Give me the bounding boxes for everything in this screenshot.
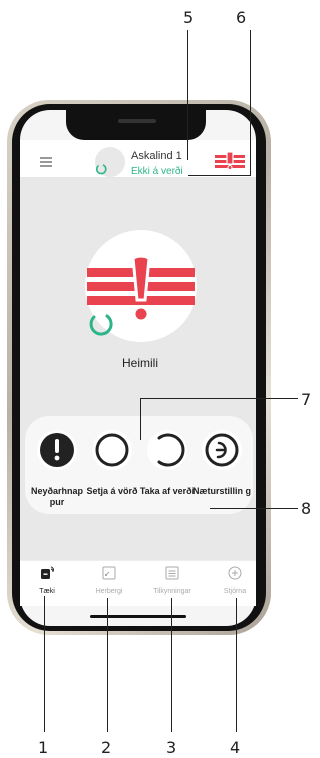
night-mode-label: Næturstillin g (193, 486, 251, 496)
control-icon[interactable] (228, 566, 242, 580)
device-name[interactable]: Askalind 1 (131, 150, 182, 162)
callout-8: 8 (301, 499, 312, 518)
hamburger-menu-icon[interactable] (40, 157, 52, 167)
arm-label: Setja á vörð (86, 486, 138, 496)
night-mode-button[interactable] (202, 430, 242, 470)
circle-icon (95, 433, 129, 467)
exclamation-icon (40, 433, 74, 467)
tab-notifications[interactable]: Tilkynningar (144, 588, 200, 595)
callout-line-7-vertical (140, 398, 141, 440)
tab-rooms[interactable]: Herbergi (81, 588, 137, 595)
device-icon[interactable] (40, 566, 54, 580)
status-ring-icon (95, 164, 107, 175)
callout-3: 3 (166, 738, 177, 757)
tab-control[interactable]: Stjórna (207, 588, 263, 595)
callout-line-6-horizontal (188, 175, 250, 176)
disarm-button[interactable] (147, 430, 187, 470)
phone-notch (66, 110, 206, 140)
panic-button[interactable] (37, 430, 77, 470)
panic-label: Neyðarhnap pur (30, 486, 83, 507)
location-label: Heimili (122, 356, 158, 370)
callout-line-5 (187, 30, 188, 160)
callout-line-4 (236, 598, 237, 732)
callout-2: 2 (101, 738, 112, 757)
status-ring-icon (89, 314, 113, 336)
arm-button[interactable] (92, 430, 132, 470)
night-mode-icon (205, 433, 239, 467)
phone-speaker (118, 119, 156, 123)
disarm-label: Taka af verði (139, 486, 195, 496)
callout-line-3 (171, 598, 172, 732)
device-state: Ekki á verði (131, 166, 183, 177)
rooms-icon[interactable] (102, 566, 116, 580)
notifications-icon[interactable] (165, 566, 179, 580)
callout-line-7 (140, 398, 298, 399)
callout-line-8 (210, 508, 298, 509)
callout-line-1 (44, 596, 45, 732)
callout-4: 4 (230, 738, 241, 757)
open-circle-icon (157, 433, 185, 467)
tab-bar (20, 560, 256, 606)
callout-line-6 (250, 30, 251, 176)
callout-7: 7 (301, 390, 312, 409)
callout-6: 6 (236, 8, 247, 27)
callout-5: 5 (183, 8, 194, 27)
alarm-status-icon[interactable] (215, 152, 245, 170)
callout-line-2 (107, 598, 108, 732)
tab-devices[interactable]: Tæki (19, 588, 75, 595)
callout-1: 1 (38, 738, 49, 757)
